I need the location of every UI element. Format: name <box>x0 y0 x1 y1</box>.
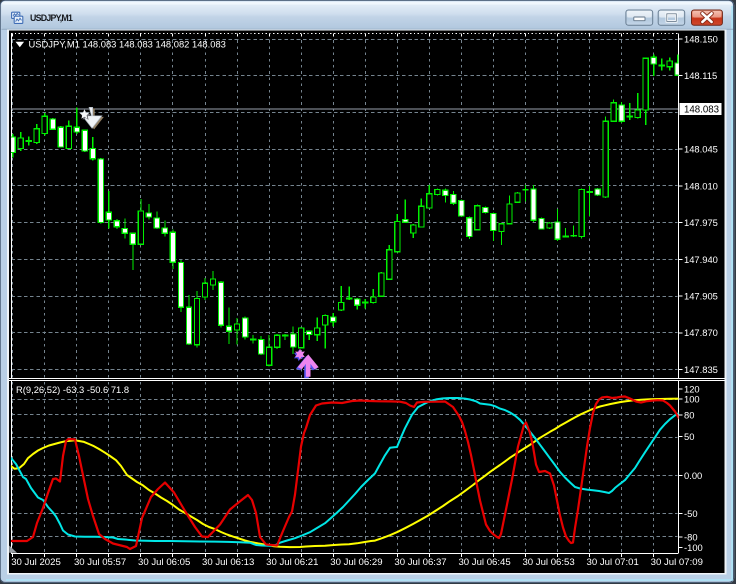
svg-text:0.00: 0.00 <box>684 470 702 481</box>
svg-text:30 Jul 06:53: 30 Jul 06:53 <box>522 557 574 568</box>
svg-text:148.010: 148.010 <box>684 180 718 191</box>
svg-text:30 Jul 06:05: 30 Jul 06:05 <box>138 557 190 568</box>
svg-text:30 Jul 06:13: 30 Jul 06:13 <box>202 557 254 568</box>
svg-text:147.905: 147.905 <box>684 291 718 302</box>
svg-text:30 Jul 07:09: 30 Jul 07:09 <box>651 557 703 568</box>
svg-text:USDJPY,M1 148.083 148.083 148: USDJPY,M1 148.083 148.083 148.082 148.08… <box>29 38 226 49</box>
svg-text:148.115: 148.115 <box>684 70 717 81</box>
svg-text:-100: -100 <box>684 542 703 553</box>
svg-text:30 Jul 06:21: 30 Jul 06:21 <box>266 557 318 568</box>
svg-text:50: 50 <box>684 431 694 442</box>
svg-text:147.975: 147.975 <box>684 217 718 228</box>
svg-text:-50: -50 <box>684 508 698 519</box>
svg-text:30 Jul 06:37: 30 Jul 06:37 <box>394 557 446 568</box>
svg-text:30 Jul 06:45: 30 Jul 06:45 <box>458 557 510 568</box>
svg-text:30 Jul 05:57: 30 Jul 05:57 <box>74 557 126 568</box>
svg-text:80: 80 <box>684 409 694 420</box>
svg-text:USDJPY,M1: USDJPY,M1 <box>30 13 73 23</box>
svg-text:-80: -80 <box>684 531 698 542</box>
svg-text:148.083: 148.083 <box>684 105 719 116</box>
svg-text:147.835: 147.835 <box>684 364 718 375</box>
svg-text:100: 100 <box>684 393 700 404</box>
svg-text:148.045: 148.045 <box>684 144 718 155</box>
svg-text:30 Jul 07:01: 30 Jul 07:01 <box>587 557 639 568</box>
svg-text:147.940: 147.940 <box>684 254 718 265</box>
svg-text:148.150: 148.150 <box>684 33 718 44</box>
svg-text:30 Jul 06:29: 30 Jul 06:29 <box>330 557 382 568</box>
svg-text:R(9,26,52) -63.3 -50.6 71.8: R(9,26,52) -63.3 -50.6 71.8 <box>16 384 129 395</box>
svg-text:147.870: 147.870 <box>684 327 718 338</box>
svg-text:30 Jul 2025: 30 Jul 2025 <box>11 557 61 568</box>
